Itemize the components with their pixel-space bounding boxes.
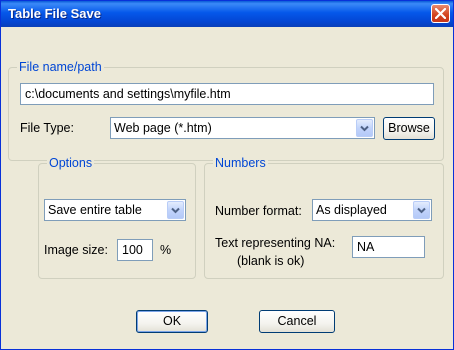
chevron-down-icon — [360, 125, 369, 132]
save-scope-dropdown[interactable]: Save entire table — [44, 199, 186, 221]
image-size-label: Image size: — [44, 243, 108, 257]
file-group-legend: File name/path — [17, 60, 104, 74]
number-format-dropdown-button[interactable] — [413, 201, 430, 219]
na-text-input[interactable]: NA — [352, 236, 425, 258]
na-text-value: NA — [357, 240, 375, 254]
number-format-label: Number format: — [215, 204, 302, 218]
options-group: Options Save entire table Image size: 10… — [38, 156, 196, 279]
window-title: Table File Save — [8, 6, 101, 21]
file-type-dropdown-button[interactable] — [356, 119, 373, 137]
file-type-dropdown[interactable]: Web page (*.htm) — [110, 117, 375, 139]
file-path-input[interactable]: c:\documents and settings\myfile.htm — [20, 83, 434, 105]
save-scope-dropdown-button[interactable] — [167, 201, 184, 219]
percent-sign: % — [160, 243, 172, 257]
close-x-icon — [435, 8, 446, 19]
image-size-value: 100 — [122, 243, 143, 257]
image-size-input[interactable]: 100 — [117, 239, 153, 261]
save-scope-value: Save entire table — [48, 203, 142, 217]
chevron-down-icon — [171, 207, 180, 214]
file-name-path-group: File name/path c:\documents and settings… — [8, 60, 444, 161]
na-blank-hint: (blank is ok) — [237, 254, 305, 268]
numbers-group-legend: Numbers — [213, 156, 268, 170]
ok-button[interactable]: OK — [136, 310, 208, 333]
dialog-window: Table File Save File name/path c:\docume… — [0, 0, 454, 350]
cancel-button[interactable]: Cancel — [259, 310, 335, 333]
chevron-down-icon — [417, 207, 426, 214]
browse-button[interactable]: Browse — [383, 117, 435, 140]
options-group-legend: Options — [47, 156, 95, 170]
na-text-label: Text representing NA: — [215, 236, 336, 250]
file-path-value: c:\documents and settings\myfile.htm — [25, 87, 231, 101]
file-type-value: Web page (*.htm) — [114, 121, 212, 135]
numbers-group: Numbers Number format: As displayed Text… — [204, 156, 444, 279]
number-format-value: As displayed — [316, 203, 387, 217]
close-button[interactable] — [431, 4, 450, 23]
title-bar[interactable]: Table File Save — [1, 1, 453, 27]
number-format-dropdown[interactable]: As displayed — [312, 199, 432, 221]
file-type-label: File Type: — [20, 121, 74, 135]
